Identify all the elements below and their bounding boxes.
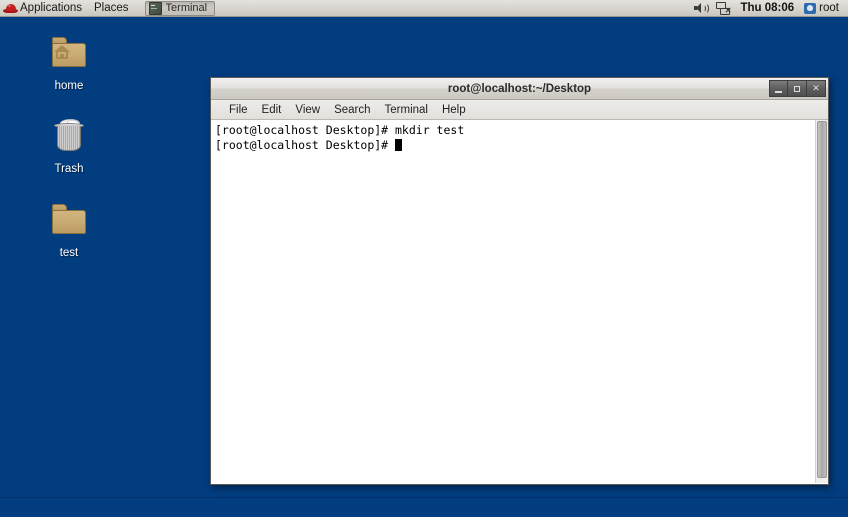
terminal-cursor xyxy=(395,139,403,151)
terminal-window[interactable]: root@localhost:~/Desktop ✕ File Edit Vie… xyxy=(210,77,829,485)
maximize-button[interactable] xyxy=(788,80,807,97)
desktop-icon-trash[interactable]: Trash xyxy=(27,116,111,175)
folder-icon xyxy=(45,200,93,244)
close-button[interactable]: ✕ xyxy=(807,80,826,97)
terminal-scrollbar[interactable] xyxy=(815,120,828,483)
places-menu[interactable]: Places xyxy=(88,0,135,16)
menu-help[interactable]: Help xyxy=(435,104,473,116)
top-panel: Applications Places Terminal ✕ Thu 08:06… xyxy=(0,0,848,17)
network-disconnected-icon: ✕ xyxy=(716,2,731,15)
speaker-volume-icon xyxy=(694,2,710,14)
menu-edit[interactable]: Edit xyxy=(255,104,289,116)
system-tray: ✕ Thu 08:06 root xyxy=(690,0,848,16)
desktop-icon-test[interactable]: test xyxy=(27,200,111,259)
desktop-icon-label: home xyxy=(54,80,84,92)
desktop-icon-home[interactable]: home xyxy=(27,33,111,92)
trash-can-icon xyxy=(45,116,93,160)
user-account-icon xyxy=(804,2,817,14)
redhat-logo-icon xyxy=(3,2,18,15)
applications-menu-label: Applications xyxy=(20,2,83,14)
maximize-icon xyxy=(794,85,800,92)
desktop-icon-label: Trash xyxy=(54,163,84,175)
places-menu-label: Places xyxy=(94,2,129,14)
terminal-menubar: File Edit View Search Terminal Help xyxy=(211,100,828,120)
menu-view[interactable]: View xyxy=(288,104,327,116)
terminal-output[interactable]: [root@localhost Desktop]# mkdir test [ro… xyxy=(211,120,815,483)
minimize-button[interactable] xyxy=(769,80,788,97)
terminal-content: [root@localhost Desktop]# mkdir test [ro… xyxy=(215,123,465,152)
minimize-icon xyxy=(775,90,782,93)
bottom-panel xyxy=(0,497,848,517)
menu-search[interactable]: Search xyxy=(327,104,377,116)
taskbar-item-terminal[interactable]: Terminal xyxy=(144,0,216,16)
clock[interactable]: Thu 08:06 xyxy=(734,2,800,14)
terminal-body[interactable]: [root@localhost Desktop]# mkdir test [ro… xyxy=(211,120,828,483)
close-icon: ✕ xyxy=(812,83,820,93)
menu-terminal[interactable]: Terminal xyxy=(378,104,435,116)
terminal-icon xyxy=(148,1,162,15)
taskbar-item-label: Terminal xyxy=(165,2,208,14)
applications-menu[interactable]: Applications xyxy=(0,0,88,16)
terminal-title: root@localhost:~/Desktop xyxy=(447,82,592,95)
scrollbar-thumb[interactable] xyxy=(817,121,827,479)
window-controls: ✕ xyxy=(769,80,826,97)
home-folder-icon xyxy=(45,33,93,77)
top-panel-left: Applications Places Terminal xyxy=(0,0,216,16)
user-menu-button[interactable]: root xyxy=(800,0,843,16)
desktop-icon-label: test xyxy=(59,247,79,259)
volume-tray-button[interactable] xyxy=(690,0,712,16)
network-tray-button[interactable]: ✕ xyxy=(712,0,734,16)
terminal-titlebar[interactable]: root@localhost:~/Desktop ✕ xyxy=(211,78,828,100)
user-menu-label: root xyxy=(819,2,839,14)
menu-file[interactable]: File xyxy=(222,104,255,116)
